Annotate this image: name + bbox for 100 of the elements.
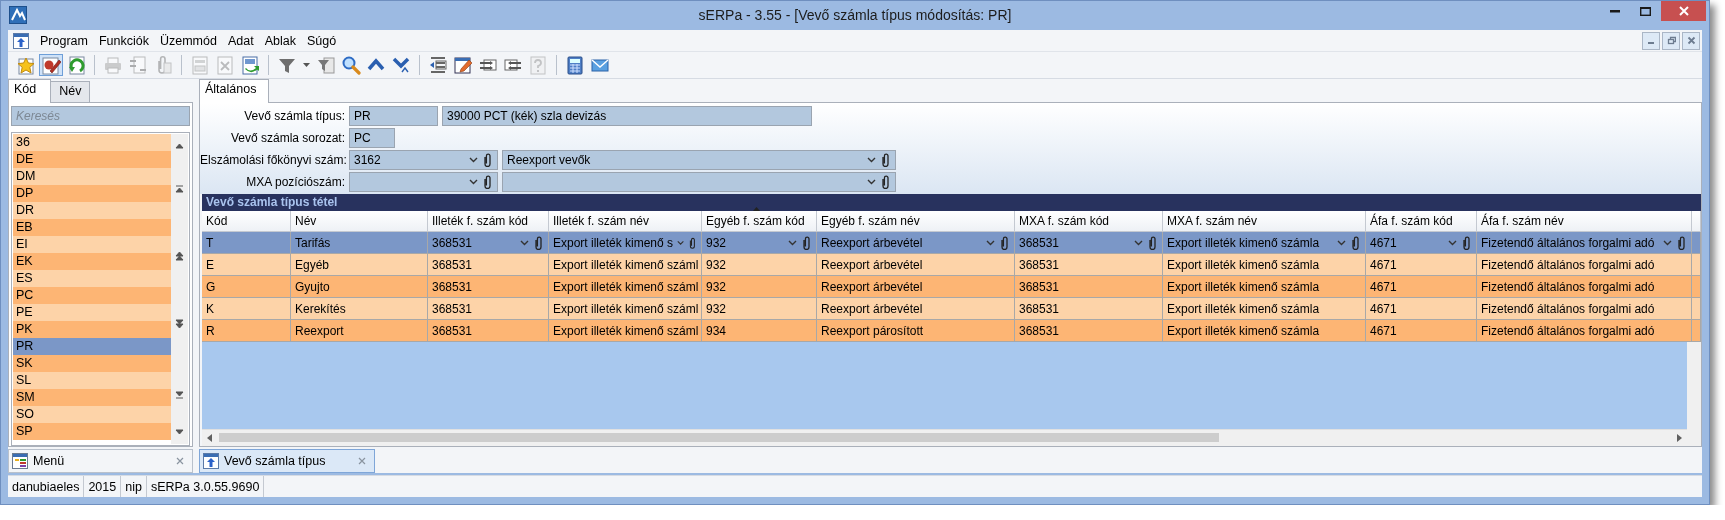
- menu-item[interactable]: Program: [35, 31, 94, 50]
- dropdown-icon[interactable]: [1448, 239, 1457, 246]
- paperclip-icon[interactable]: [1350, 235, 1361, 250]
- dropdown-icon[interactable]: [520, 239, 529, 246]
- status-text: nip: [121, 476, 147, 497]
- column-header[interactable]: Áfa f. szám kód: [1366, 211, 1477, 232]
- paperclip-icon[interactable]: [880, 175, 891, 189]
- column-header[interactable]: Illeték f. szám név: [549, 211, 702, 232]
- column-header: [1692, 211, 1701, 232]
- list-item[interactable]: PE: [13, 304, 171, 321]
- dropdown-icon[interactable]: [469, 157, 478, 163]
- list-item[interactable]: DM: [13, 168, 171, 185]
- maximize-icon[interactable]: [1639, 6, 1651, 16]
- dropdown-icon[interactable]: [469, 179, 478, 185]
- column-header[interactable]: Egyéb f. szám név: [817, 211, 1015, 232]
- table-cell: Export illeték kimenő számla: [1163, 276, 1366, 298]
- list-item[interactable]: PK: [13, 321, 171, 338]
- paperclip-icon[interactable]: [1676, 235, 1687, 250]
- dropdown-field[interactable]: 3162: [349, 150, 498, 170]
- dropdown-icon[interactable]: [677, 239, 685, 246]
- table-cell: E: [202, 254, 291, 276]
- input-field[interactable]: PR: [349, 106, 438, 126]
- field-label: Elszámolási főkönyvi szám:: [200, 153, 345, 167]
- scrollbar[interactable]: [171, 134, 188, 444]
- close-button[interactable]: [1661, 1, 1706, 21]
- list-item[interactable]: SO: [13, 406, 171, 423]
- column-header[interactable]: Áfa f. szám név: [1477, 211, 1692, 232]
- mdi-restore-button[interactable]: [1662, 31, 1680, 50]
- paperclip-icon[interactable]: [801, 235, 812, 250]
- list-item[interactable]: PC: [13, 287, 171, 304]
- column-header[interactable]: MXA f. szám név: [1163, 211, 1366, 232]
- dropdown-field[interactable]: [349, 172, 498, 192]
- table-cell: 932: [702, 254, 817, 276]
- menu-item[interactable]: Funkciók: [93, 31, 155, 50]
- paperclip-icon[interactable]: [999, 235, 1010, 250]
- table-cell: Gyujto: [291, 276, 428, 298]
- menu-item[interactable]: Súgó: [301, 31, 343, 50]
- dropdown-icon[interactable]: [867, 179, 876, 185]
- close-icon[interactable]: [358, 457, 366, 465]
- horizontal-scrollbar[interactable]: [202, 429, 1687, 446]
- dropdown-icon[interactable]: [1663, 239, 1672, 246]
- dropdown-icon[interactable]: [1337, 239, 1346, 246]
- list-item[interactable]: ES: [13, 270, 171, 287]
- list-item[interactable]: SL: [13, 372, 171, 389]
- table-cell: Tarifás: [291, 232, 428, 254]
- dropdown-icon[interactable]: [986, 239, 995, 246]
- dropdown-icon[interactable]: [1134, 239, 1143, 246]
- mdi-close-button[interactable]: [1682, 31, 1700, 50]
- table-cell: 368531: [428, 276, 549, 298]
- list-item[interactable]: DR: [13, 202, 171, 219]
- paperclip-icon[interactable]: [482, 153, 493, 167]
- paperclip-icon[interactable]: [533, 235, 544, 250]
- list-item[interactable]: SP: [13, 423, 171, 440]
- column-header[interactable]: Név: [291, 211, 428, 232]
- list-item[interactable]: 36: [13, 134, 171, 151]
- list-item[interactable]: EI: [13, 236, 171, 253]
- table-cell: 4671: [1366, 276, 1477, 298]
- list-item[interactable]: EB: [13, 219, 171, 236]
- table-cell: 4671: [1366, 320, 1477, 342]
- list-item[interactable]: DE: [13, 151, 171, 168]
- paperclip-icon[interactable]: [1461, 235, 1472, 250]
- pencil-card-icon[interactable]: [39, 54, 63, 76]
- document-tab[interactable]: Menü: [8, 449, 193, 473]
- list-item[interactable]: PR: [13, 338, 171, 355]
- minimize-icon[interactable]: [1610, 9, 1620, 13]
- dropdown-field[interactable]: Reexport vevők: [502, 150, 896, 170]
- list-item[interactable]: DP: [13, 185, 171, 202]
- close-icon[interactable]: [1686, 36, 1696, 45]
- dropdown-icon[interactable]: [867, 157, 876, 163]
- paperclip-icon[interactable]: [880, 153, 891, 167]
- list-item[interactable]: SK: [13, 355, 171, 372]
- notepad-pencil-icon[interactable]: [451, 54, 475, 76]
- menu-item[interactable]: Adat: [222, 31, 260, 50]
- tab[interactable]: Név: [50, 81, 91, 102]
- column-header[interactable]: Illeték f. szám kód: [428, 211, 549, 232]
- paperclip-icon[interactable]: [482, 175, 493, 189]
- dropdown-field[interactable]: [502, 172, 896, 192]
- document-tab[interactable]: Vevő számla típus: [199, 449, 375, 473]
- table-cell: Reexport párosított: [817, 320, 1015, 342]
- menu-item[interactable]: Üzemmód: [154, 31, 223, 50]
- list-item[interactable]: EK: [13, 253, 171, 270]
- dropdown-icon[interactable]: [788, 239, 797, 246]
- column-header[interactable]: Kód: [202, 211, 291, 232]
- table-cell: [1692, 320, 1701, 342]
- close-icon[interactable]: [176, 457, 184, 465]
- menu-item[interactable]: Ablak: [259, 31, 302, 50]
- input-field[interactable]: 39000 PCT (kék) szla devizás: [442, 106, 812, 126]
- paperclip-icon[interactable]: [1147, 235, 1158, 250]
- table-cell: 368531: [428, 254, 549, 276]
- restore-icon[interactable]: [1666, 36, 1676, 45]
- paperclip-icon[interactable]: [688, 235, 697, 250]
- input-field[interactable]: PC: [349, 128, 395, 148]
- tab[interactable]: Kód: [8, 79, 52, 103]
- list-item[interactable]: SM: [13, 389, 171, 406]
- column-header[interactable]: MXA f. szám kód: [1015, 211, 1163, 232]
- mdi-minimize-button[interactable]: [1642, 31, 1660, 50]
- search-field[interactable]: Keresés: [11, 106, 190, 126]
- tab[interactable]: Általános: [199, 79, 270, 103]
- table-cell: 368531: [1015, 320, 1163, 342]
- table-cell: [1692, 232, 1701, 254]
